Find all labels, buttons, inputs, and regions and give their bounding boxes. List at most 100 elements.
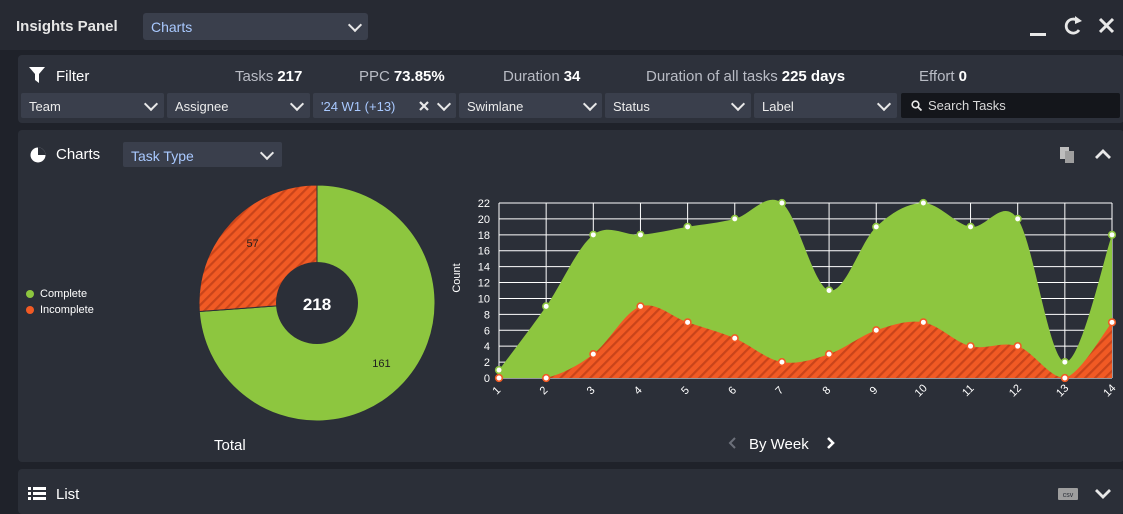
assignee-dropdown[interactable]: Assignee bbox=[167, 93, 310, 118]
week-dropdown[interactable]: '24 W1 (+13) bbox=[313, 93, 456, 118]
x-tick-label: 5 bbox=[679, 384, 692, 397]
data-point-complete[interactable] bbox=[777, 198, 787, 208]
panel-view-value: Charts bbox=[151, 19, 193, 35]
x-tick-label: 3 bbox=[585, 384, 598, 397]
y-tick-label: 18 bbox=[478, 230, 490, 242]
previous-week-icon[interactable] bbox=[727, 436, 737, 450]
search-input[interactable]: Search Tasks bbox=[901, 93, 1120, 118]
chevron-down-icon bbox=[582, 96, 598, 112]
funnel-icon bbox=[29, 67, 45, 83]
chevron-down-icon bbox=[289, 96, 305, 112]
next-week-icon[interactable] bbox=[826, 436, 836, 450]
data-point-incomplete[interactable] bbox=[494, 373, 504, 383]
data-point-complete[interactable] bbox=[966, 222, 975, 231]
y-tick-label: 4 bbox=[484, 341, 490, 353]
data-point-incomplete[interactable] bbox=[730, 334, 739, 343]
data-point-incomplete[interactable] bbox=[1013, 342, 1022, 351]
y-tick-label: 6 bbox=[484, 325, 490, 337]
filter-title: Filter bbox=[56, 68, 90, 85]
data-point-complete[interactable] bbox=[494, 365, 504, 375]
stat-duration: Duration 34 bbox=[503, 68, 581, 85]
data-point-complete[interactable] bbox=[542, 302, 551, 311]
data-point-incomplete[interactable] bbox=[589, 350, 598, 359]
legend-swatch-complete bbox=[26, 290, 34, 298]
list-title: List bbox=[56, 486, 80, 503]
csv-icon-text: csv bbox=[1063, 492, 1074, 499]
copy-icon[interactable] bbox=[1058, 146, 1078, 164]
data-point-incomplete[interactable] bbox=[872, 326, 881, 335]
data-point-incomplete[interactable] bbox=[824, 350, 834, 359]
chevron-down-icon bbox=[436, 96, 452, 112]
x-tick-label: 9 bbox=[868, 384, 881, 397]
data-point-complete[interactable] bbox=[1107, 230, 1117, 239]
charts-title: Charts bbox=[56, 146, 101, 163]
x-tick-label: 10 bbox=[913, 382, 930, 399]
csv-export-icon[interactable]: csv bbox=[1058, 485, 1082, 501]
minimize-icon[interactable] bbox=[1030, 33, 1046, 36]
label-dropdown[interactable]: Label bbox=[754, 93, 897, 118]
donut-total: 218 bbox=[303, 295, 331, 314]
status-label: Status bbox=[613, 99, 650, 114]
collapse-icon[interactable] bbox=[1094, 148, 1112, 160]
window-controls bbox=[1030, 16, 1115, 36]
label-label: Label bbox=[762, 99, 794, 114]
data-point-incomplete[interactable] bbox=[1107, 318, 1117, 327]
swimlane-dropdown[interactable]: Swimlane bbox=[459, 93, 602, 118]
x-tick-label: 1 bbox=[490, 384, 503, 397]
data-point-incomplete[interactable] bbox=[966, 342, 975, 351]
legend-label-incomplete: Incomplete bbox=[40, 304, 94, 316]
status-dropdown[interactable]: Status bbox=[605, 93, 751, 118]
weekly-area-chart: 0246810121416182022 1 2 3 4 5 6 7 8 9 10 11 12 13 14 … bbox=[451, 198, 1118, 399]
donut-chart: 218 161 57 bbox=[198, 184, 436, 422]
chevron-down-icon bbox=[143, 96, 159, 112]
data-point-incomplete[interactable] bbox=[777, 357, 787, 367]
search-placeholder: Search Tasks bbox=[928, 98, 1006, 113]
data-point-complete[interactable] bbox=[589, 230, 598, 239]
data-point-complete[interactable] bbox=[730, 214, 739, 224]
line-chart-caption: By Week bbox=[749, 436, 809, 453]
data-point-incomplete[interactable] bbox=[636, 302, 645, 311]
pie-chart-icon bbox=[30, 147, 46, 163]
y-tick-label: 22 bbox=[478, 198, 490, 210]
data-point-incomplete[interactable] bbox=[542, 373, 551, 383]
task-type-value: Task Type bbox=[131, 148, 194, 164]
panel-view-select[interactable]: Charts bbox=[143, 13, 368, 40]
x-tick-label: 6 bbox=[726, 384, 739, 397]
data-point-complete[interactable] bbox=[824, 286, 834, 295]
data-point-incomplete[interactable] bbox=[1060, 373, 1069, 383]
refresh-icon[interactable] bbox=[1064, 16, 1082, 35]
legend-label-complete: Complete bbox=[40, 288, 88, 300]
data-point-complete[interactable] bbox=[1013, 214, 1022, 224]
y-tick-label: 14 bbox=[478, 262, 490, 274]
title-bar: Insights Panel Charts bbox=[0, 0, 1123, 50]
pie-value-complete: 161 bbox=[372, 358, 390, 370]
x-tick-label: 14 bbox=[1101, 382, 1118, 399]
data-point-complete[interactable] bbox=[636, 230, 645, 239]
chevron-down-icon bbox=[347, 17, 363, 33]
task-type-select[interactable]: Task Type bbox=[123, 142, 282, 167]
data-point-complete[interactable] bbox=[1060, 357, 1069, 367]
chevron-down-icon bbox=[876, 96, 892, 112]
list-panel bbox=[18, 469, 1123, 514]
search-icon bbox=[911, 100, 922, 111]
legend-swatch-incomplete bbox=[26, 306, 34, 314]
team-dropdown[interactable]: Team bbox=[21, 93, 164, 118]
data-point-complete[interactable] bbox=[919, 198, 928, 208]
data-point-complete[interactable] bbox=[872, 222, 881, 231]
data-point-complete[interactable] bbox=[683, 222, 692, 231]
data-point-incomplete[interactable] bbox=[683, 318, 692, 327]
chevron-down-icon bbox=[259, 145, 275, 161]
stat-ppc: PPC 73.85% bbox=[359, 68, 445, 85]
close-icon[interactable] bbox=[1098, 17, 1115, 34]
stat-effort: Effort 0 bbox=[919, 68, 967, 85]
expand-icon[interactable] bbox=[1094, 487, 1112, 499]
app-title: Insights Panel bbox=[16, 18, 118, 35]
x-tick-label: 7 bbox=[773, 384, 786, 397]
x-tick-label: 13 bbox=[1054, 382, 1071, 399]
y-tick-label: 12 bbox=[478, 278, 490, 290]
x-tick-labels: 1 2 3 4 5 6 7 8 9 10 11 12 13 14 bbox=[490, 382, 1118, 399]
clear-icon[interactable] bbox=[419, 101, 429, 111]
stat-tasks: Tasks 217 bbox=[235, 68, 303, 85]
pie-value-incomplete: 57 bbox=[246, 238, 258, 250]
data-point-incomplete[interactable] bbox=[919, 318, 928, 327]
